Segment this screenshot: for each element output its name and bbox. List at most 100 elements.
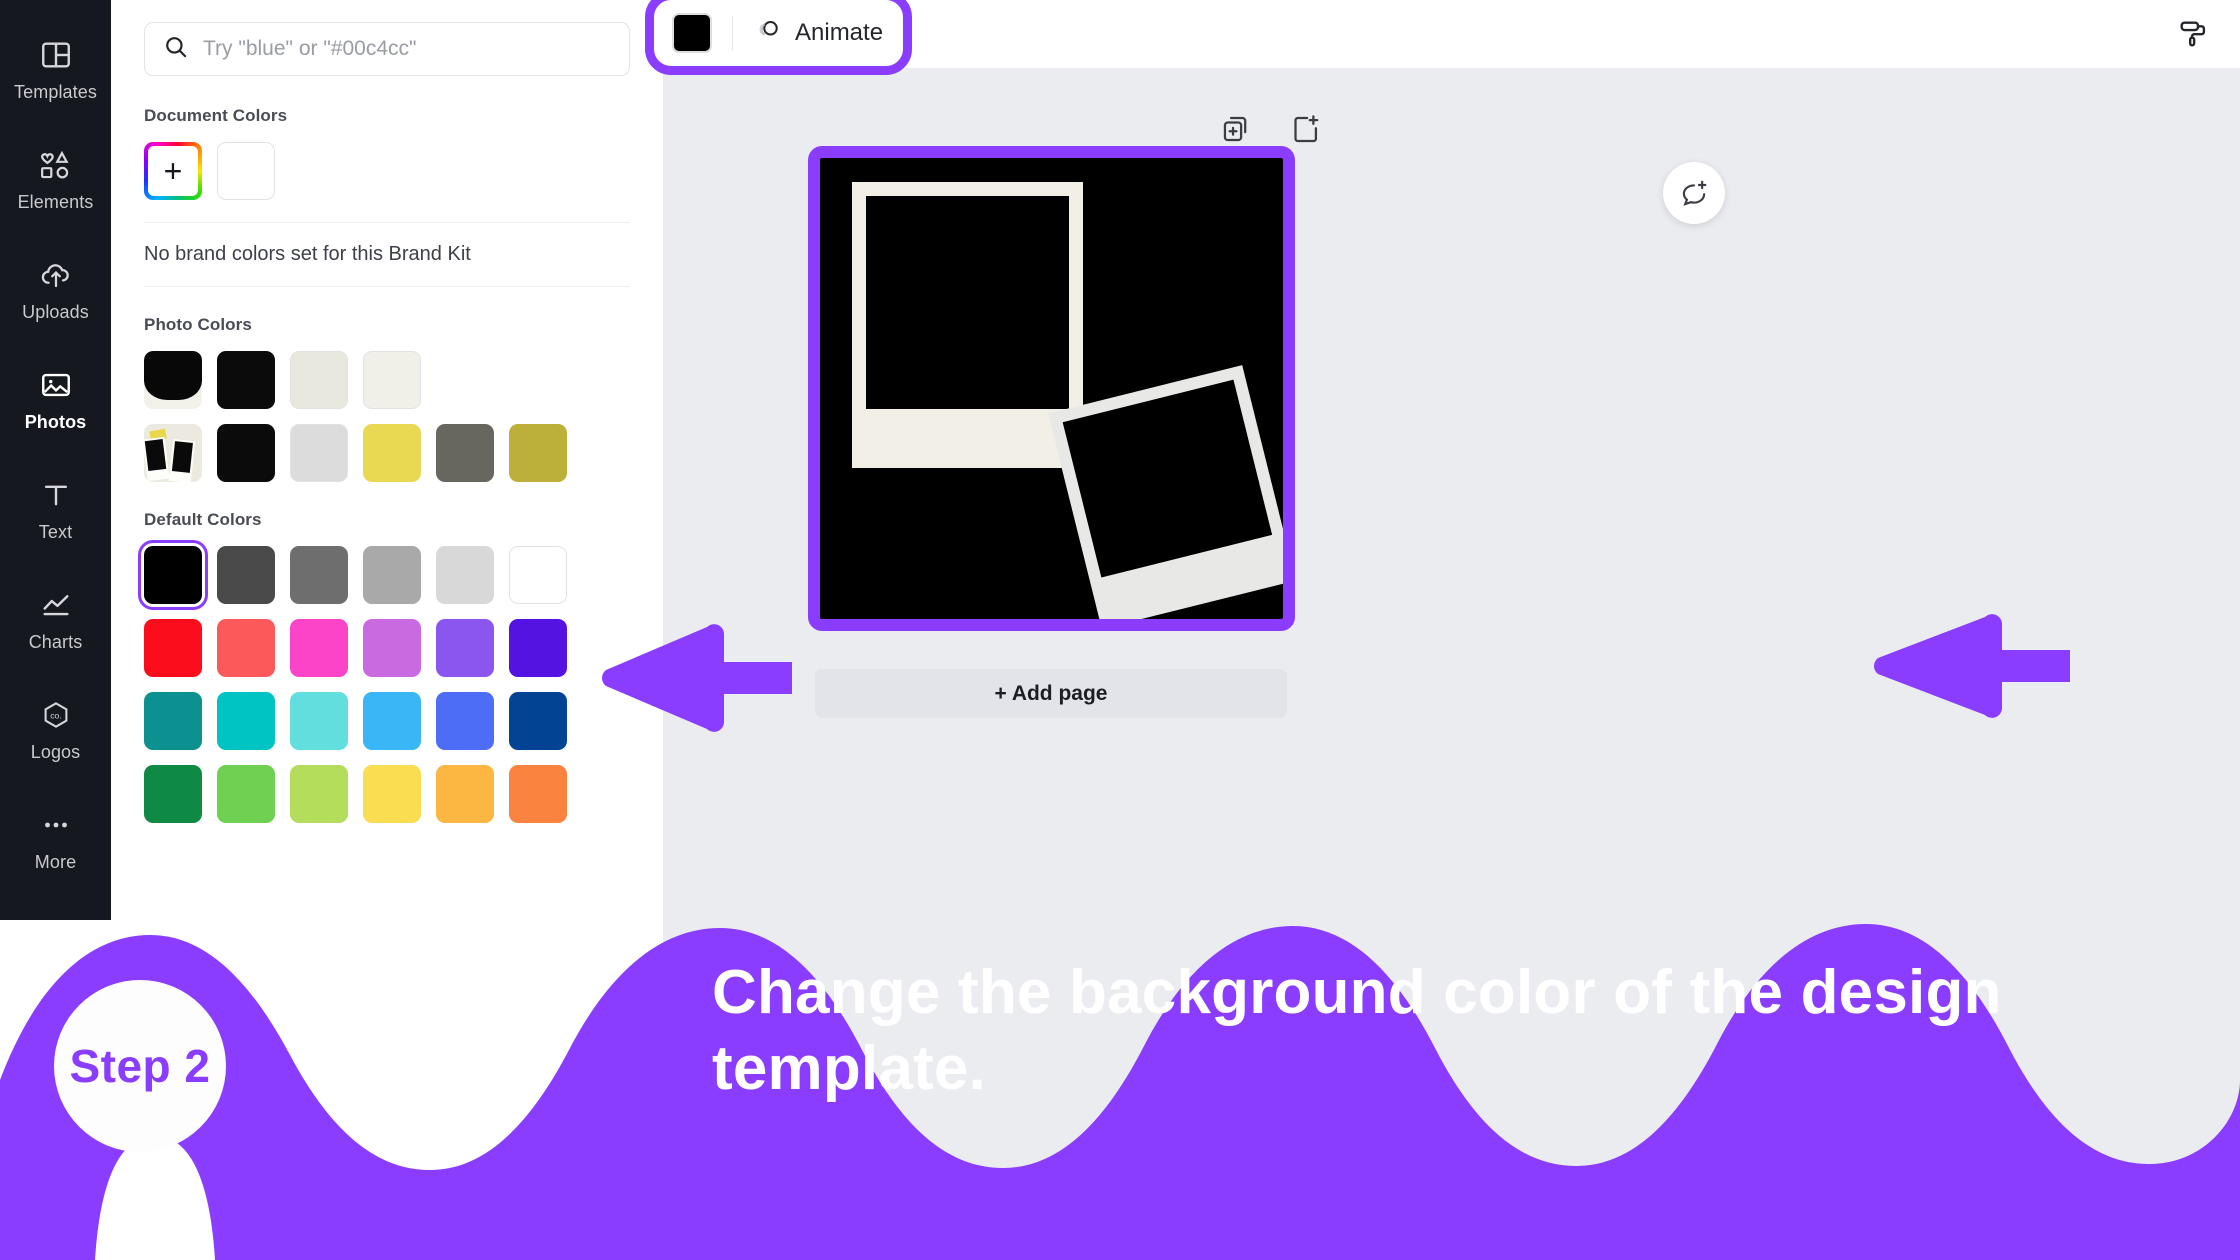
default-color-swatch[interactable] (509, 765, 567, 823)
default-color-swatch[interactable] (436, 765, 494, 823)
panel-divider (144, 222, 630, 223)
default-color-swatch[interactable] (290, 619, 348, 677)
sidebar-item-label: Photos (24, 412, 87, 432)
search-icon (163, 34, 189, 65)
default-color-swatch[interactable] (217, 546, 275, 604)
logos-icon: co. (36, 695, 76, 735)
document-color-button[interactable] (672, 13, 712, 53)
photo-thumbnail-2[interactable] (144, 424, 202, 482)
photos-icon (36, 365, 76, 405)
sidebar-item-logos[interactable]: co. Logos (0, 674, 111, 784)
default-colors-row-2 (111, 619, 663, 677)
default-color-swatch[interactable] (144, 692, 202, 750)
sidebar-item-more[interactable]: More (0, 784, 111, 894)
photo-color-swatch[interactable] (217, 351, 275, 409)
add-page-button[interactable]: + Add page (815, 669, 1287, 718)
polaroid-photo (1062, 379, 1273, 578)
default-color-swatch[interactable] (363, 765, 421, 823)
default-color-swatch[interactable] (290, 765, 348, 823)
sidebar-item-uploads[interactable]: Uploads (0, 234, 111, 344)
animate-label: Animate (795, 19, 884, 46)
paint-roller-icon[interactable] (2167, 8, 2219, 60)
arrow-to-canvas (1870, 610, 2074, 727)
photo-color-swatch[interactable] (363, 351, 421, 409)
page-tools (1219, 112, 1323, 146)
default-color-swatch[interactable] (144, 619, 202, 677)
add-comment-icon[interactable] (1663, 162, 1725, 224)
sidebar-item-text[interactable]: Text (0, 454, 111, 564)
animate-toolbar: Animate (654, 0, 903, 66)
step-badge-label: Step 2 (69, 1040, 211, 1092)
default-color-swatch[interactable] (290, 546, 348, 604)
animate-icon (753, 16, 783, 51)
default-color-swatch[interactable] (290, 692, 348, 750)
brand-kit-note: No brand colors set for this Brand Kit (144, 243, 471, 265)
photo-color-swatch[interactable] (290, 351, 348, 409)
duplicate-page-icon[interactable] (1219, 112, 1253, 146)
photo-thumbnail-1[interactable] (144, 351, 202, 409)
instruction-overlay: Step 2 Change the background color of th… (0, 880, 2240, 1260)
templates-icon (36, 35, 76, 75)
sidebar-item-label: Templates (14, 82, 97, 102)
sidebar-item-label: Uploads (22, 302, 89, 322)
default-color-swatch[interactable] (363, 546, 421, 604)
polaroid-photo (866, 196, 1069, 409)
photo-color-swatch[interactable] (363, 424, 421, 482)
search-box[interactable] (144, 22, 630, 76)
default-color-swatch[interactable] (363, 692, 421, 750)
default-color-swatch[interactable] (436, 692, 494, 750)
elements-icon (36, 145, 76, 185)
default-colors-row-1 (111, 546, 663, 604)
default-color-swatch[interactable] (436, 546, 494, 604)
add-color-button[interactable]: + (144, 142, 202, 200)
add-color-plus-icon: + (148, 146, 198, 196)
default-color-swatch[interactable] (509, 692, 567, 750)
sidebar-item-label: Text (38, 522, 73, 542)
photo-colors-row-1 (111, 351, 663, 409)
add-page-icon[interactable] (1289, 112, 1323, 146)
polaroid-frame-2[interactable] (1048, 365, 1283, 619)
default-color-swatch-selected[interactable] (144, 546, 202, 604)
color-panel: Document Colors + No brand colors set fo… (111, 0, 663, 975)
search-input[interactable] (203, 37, 611, 61)
photo-color-swatch[interactable] (436, 424, 494, 482)
default-color-swatch[interactable] (217, 619, 275, 677)
step-badge: Step 2 (54, 980, 226, 1152)
instruction-caption: Change the background color of the desig… (712, 958, 2002, 1103)
left-sidebar: Templates Elements Uploads Photos Text C… (0, 0, 111, 920)
arrow-to-color-swatch (598, 618, 794, 743)
search-bar-container (111, 0, 663, 76)
sidebar-item-photos[interactable]: Photos (0, 344, 111, 454)
photo-color-swatch[interactable] (290, 424, 348, 482)
panel-divider (144, 286, 630, 287)
default-colors-title: Default Colors (144, 510, 262, 529)
toolbar-separator (732, 16, 733, 50)
default-color-swatch[interactable] (144, 765, 202, 823)
document-colors-title: Document Colors (144, 106, 288, 125)
sidebar-item-elements[interactable]: Elements (0, 124, 111, 234)
sidebar-item-label: Elements (17, 192, 94, 212)
animate-button[interactable]: Animate (753, 16, 883, 51)
document-color-swatch[interactable] (217, 142, 275, 200)
default-color-swatch[interactable] (363, 619, 421, 677)
default-color-swatch[interactable] (217, 765, 275, 823)
default-color-swatch[interactable] (217, 692, 275, 750)
document-colors-row: + (111, 142, 663, 200)
default-colors-row-4 (111, 765, 663, 823)
more-icon (36, 805, 76, 845)
uploads-icon (36, 255, 76, 295)
default-color-swatch[interactable] (509, 619, 567, 677)
design-canvas-page[interactable] (808, 146, 1295, 631)
sidebar-item-charts[interactable]: Charts (0, 564, 111, 674)
svg-text:co.: co. (50, 711, 61, 721)
sidebar-item-label: Charts (28, 632, 83, 652)
photo-color-swatch[interactable] (217, 424, 275, 482)
default-color-swatch[interactable] (509, 546, 567, 604)
default-color-swatch[interactable] (436, 619, 494, 677)
photo-thumb-frame (168, 438, 196, 482)
polaroid-frame-1[interactable] (852, 182, 1083, 468)
animate-toolbar-highlight: Animate (645, 0, 913, 75)
sidebar-item-templates[interactable]: Templates (0, 14, 111, 124)
photo-color-swatch[interactable] (509, 424, 567, 482)
charts-icon (36, 585, 76, 625)
